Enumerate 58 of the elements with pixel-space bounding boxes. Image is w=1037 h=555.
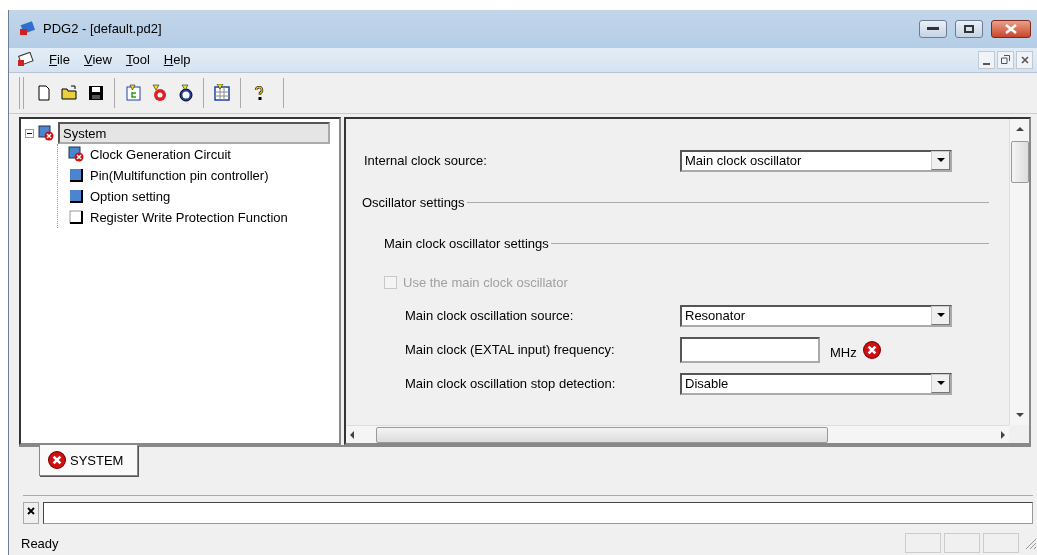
empty-square-icon xyxy=(68,209,84,226)
scroll-thumb[interactable] xyxy=(376,426,828,443)
command-field[interactable] xyxy=(43,502,1033,525)
collapse-toggle[interactable] xyxy=(25,128,34,138)
vertical-scrollbar[interactable] xyxy=(1009,118,1029,426)
caret-icon xyxy=(936,381,945,387)
tree-item[interactable]: Option setting xyxy=(88,188,173,204)
tree-item[interactable]: Pin(Multifunction pin controller) xyxy=(88,167,271,183)
caret-icon xyxy=(936,158,945,164)
field-label: Internal clock source: xyxy=(364,153,488,169)
close-icon xyxy=(1020,55,1029,64)
close-icon xyxy=(27,507,35,516)
maximize-icon xyxy=(964,24,974,33)
menu-item[interactable]: Help xyxy=(157,51,197,69)
unit-label: MHz xyxy=(830,345,857,361)
tree-item[interactable]: System xyxy=(58,122,330,145)
status-pane xyxy=(983,533,1019,554)
status-pane xyxy=(905,533,941,554)
restore-icon xyxy=(1001,55,1010,65)
error-icon xyxy=(862,340,881,359)
app-icon xyxy=(19,20,37,37)
menu-item[interactable]: File xyxy=(43,51,76,69)
tab[interactable]: SYSTEM xyxy=(39,445,139,477)
menu-item[interactable]: Tool xyxy=(119,51,156,69)
group-heading: Main clock oscillator settings xyxy=(384,235,549,251)
error-node-icon xyxy=(38,125,54,142)
close-icon xyxy=(1005,23,1017,34)
window-title: PDG2 - [default.pd2] xyxy=(43,21,163,37)
dropdown[interactable]: Main clock oscillator xyxy=(680,149,952,172)
horizontal-scrollbar[interactable] xyxy=(346,425,1009,444)
field-label: Main clock (EXTAL input) frequency: xyxy=(404,342,616,358)
tree-item[interactable]: Register Write Protection Function xyxy=(88,209,290,225)
close-button[interactable] xyxy=(991,19,1031,38)
status-text: Ready xyxy=(21,535,60,551)
field-label: Main clock oscillation source: xyxy=(404,308,575,324)
filled-square-icon xyxy=(68,167,84,184)
error-node-icon xyxy=(68,146,84,163)
minimize-button[interactable] xyxy=(978,50,995,69)
frequency-field[interactable] xyxy=(680,336,820,363)
error-icon xyxy=(48,451,66,470)
minimize-icon xyxy=(983,62,990,65)
status-pane xyxy=(944,533,980,554)
close-button[interactable] xyxy=(23,502,39,525)
filled-square-icon xyxy=(68,188,84,205)
minimize-icon xyxy=(927,26,939,31)
menu-item[interactable]: View xyxy=(77,51,118,69)
restore-button[interactable] xyxy=(997,50,1014,69)
caret-icon xyxy=(936,313,945,319)
dropdown[interactable]: Resonator xyxy=(680,304,952,327)
tree-item[interactable]: Clock Generation Circuit xyxy=(88,146,233,162)
minimize-button[interactable] xyxy=(919,19,947,38)
checkbox-label: Use the main clock oscillator xyxy=(403,274,568,290)
group-heading: Oscillator settings xyxy=(362,194,465,210)
scroll-thumb[interactable] xyxy=(1010,140,1029,183)
maximize-button[interactable] xyxy=(955,19,983,38)
resize-grip-icon[interactable] xyxy=(1023,536,1037,551)
field-label: Main clock oscillation stop detection: xyxy=(404,376,617,392)
dropdown[interactable]: Disable xyxy=(680,372,952,395)
